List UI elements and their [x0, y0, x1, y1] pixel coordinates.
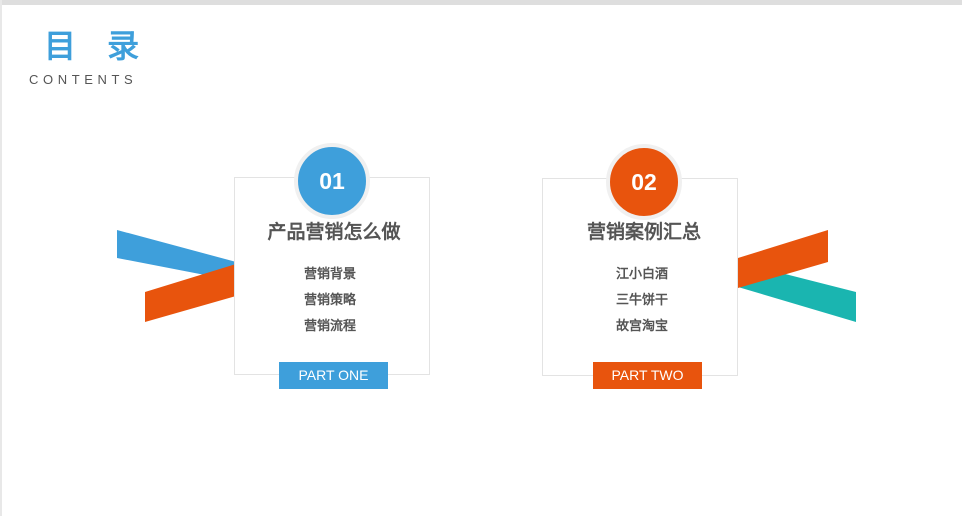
section-number-badge-2: 02	[606, 144, 682, 220]
ribbon-left-orange	[145, 264, 236, 322]
section-number-badge-1: 01	[294, 143, 370, 219]
list-item: 营销流程	[303, 319, 356, 334]
section-heading-2: 营销案例汇总	[586, 221, 701, 243]
section-items-1: 营销背景 营销策略 营销流程	[232, 262, 428, 340]
slide: 目 录 CONTENTS 01 02 产品营销怎么做 营销案例汇总 营销背景 营…	[0, 0, 962, 516]
list-item: 营销策略	[303, 293, 356, 308]
list-item: 江小白酒	[615, 267, 668, 282]
decorative-ribbons	[117, 230, 856, 322]
list-item: 三牛饼干	[615, 293, 668, 308]
list-item: 营销背景	[303, 267, 356, 282]
part-two-button[interactable]: PART TWO	[593, 362, 702, 389]
section-items-2: 江小白酒 三牛饼干 故宫淘宝	[544, 262, 740, 340]
list-item: 故宫淘宝	[615, 319, 668, 334]
section-heading-1: 产品营销怎么做	[267, 221, 401, 243]
part-one-button[interactable]: PART ONE	[279, 362, 388, 389]
